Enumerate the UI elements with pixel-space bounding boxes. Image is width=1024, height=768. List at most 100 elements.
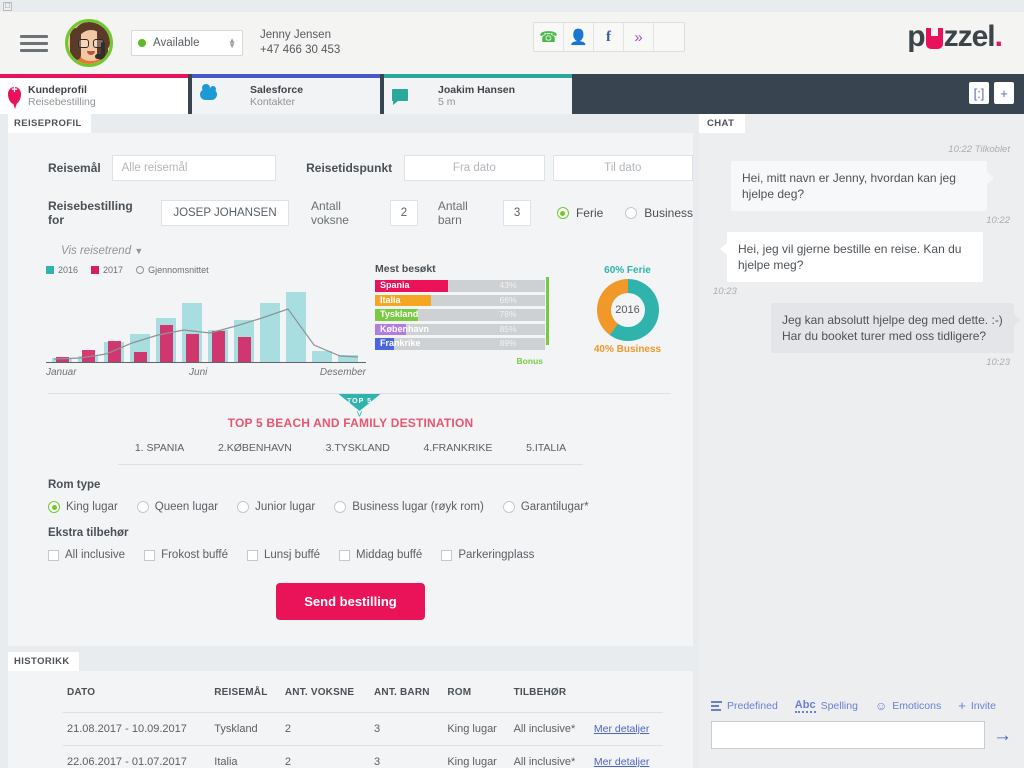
ekstra-option[interactable]: Parkeringplass	[441, 549, 534, 561]
contact-channel-icon[interactable]: 👤	[564, 23, 594, 51]
customer-name-input[interactable]: JOSEP JOHANSEN	[161, 200, 289, 226]
cell-tilbehor: All inclusive*	[509, 745, 590, 768]
cell-tilbehor: All inclusive*	[509, 712, 590, 746]
destination-label: Frankrike	[380, 338, 421, 348]
chat-message-time: 10:23	[986, 357, 1010, 368]
cloud-icon	[200, 84, 217, 100]
avatar[interactable]	[65, 19, 113, 67]
split-view-button[interactable]: [:]	[969, 82, 989, 104]
checkbox[interactable]	[246, 549, 258, 561]
menu-icon[interactable]	[20, 34, 48, 52]
chat-input-row: →	[711, 721, 1012, 749]
send-bestilling-button[interactable]: Send bestilling	[276, 583, 425, 620]
radio-button[interactable]	[136, 501, 149, 513]
radio-button[interactable]	[334, 501, 347, 513]
bonus-label: Bonus	[516, 355, 543, 366]
chat-message-time: 10:23	[713, 286, 737, 297]
fra-dato-input[interactable]: Fra dato	[404, 155, 545, 181]
checkbox[interactable]	[144, 549, 156, 561]
cell-barn: 3	[369, 712, 444, 746]
tab-kundeprofil[interactable]: Kundeprofil Reisebestilling	[0, 74, 188, 114]
predefined-button[interactable]: Predefined	[711, 700, 778, 712]
rom-type-option[interactable]: Business lugar (røyk rom)	[334, 501, 484, 513]
radio-business[interactable]	[625, 207, 638, 219]
status-label: Available	[153, 37, 200, 49]
ekstra-section: Ekstra tilbehør All inclusive Frokost buf…	[48, 527, 693, 561]
average-line	[53, 308, 359, 360]
legend-2016: 2016	[46, 265, 78, 275]
rom-type-option[interactable]: King lugar	[48, 501, 118, 513]
ekstra-option[interactable]: Lunsj buffé	[246, 549, 320, 561]
checkbox[interactable]	[339, 549, 351, 561]
ekstra-option[interactable]: Middag buffé	[339, 549, 422, 561]
ekstra-option[interactable]: Frokost buffé	[144, 549, 228, 561]
emoticons-button[interactable]: ☺ Emoticons	[875, 699, 941, 713]
main-content: REISEPROFIL Reisemål Alle reisemål Reise…	[8, 114, 693, 768]
status-select[interactable]: Available ▲ ▼	[131, 30, 243, 56]
phone-channel-icon[interactable]: ☎	[534, 23, 564, 51]
rom-type-option[interactable]: Queen lugar	[136, 501, 218, 513]
mer-detaljer-link[interactable]: Mer detaljer	[594, 723, 649, 735]
donut-label-ferie: 60% Ferie	[604, 265, 651, 276]
tab-joakim-hansen[interactable]: Joakim Hansen 5 m	[384, 74, 572, 114]
reisemal-input[interactable]: Alle reisemål	[111, 155, 277, 181]
reiseprofil-panel: Reisemål Alle reisemål Reisetidspunkt Fr…	[8, 133, 693, 646]
empty-channel-slot[interactable]	[654, 23, 684, 51]
radio-button[interactable]	[237, 501, 250, 513]
antall-voksne-input[interactable]: 2	[389, 200, 418, 226]
more-channels-icon[interactable]: »	[624, 23, 654, 51]
radio-ferie[interactable]	[556, 207, 569, 219]
top5-divider: TOP 5 ˅	[48, 393, 671, 421]
til-dato-input[interactable]: Til dato	[552, 155, 693, 181]
cell-link: Mer detaljer	[589, 712, 663, 746]
radio-button[interactable]	[502, 501, 515, 513]
option-label: Business lugar (røyk rom)	[352, 501, 484, 513]
invite-button[interactable]: + Invite	[958, 698, 996, 713]
checkbox[interactable]	[48, 549, 59, 561]
antall-barn-input[interactable]: 3	[503, 200, 531, 226]
rom-type-option[interactable]: Garantilugar*	[502, 501, 589, 513]
smiley-icon: ☺	[874, 698, 888, 713]
spelling-button[interactable]: Abc Spelling	[794, 699, 858, 713]
tab-bar-actions: [:] +	[969, 82, 1014, 104]
vis-reisetrend-toggle[interactable]: Vis reisetrend ▼	[61, 245, 693, 257]
checkbox[interactable]	[441, 549, 453, 561]
destination-percent: 78%	[499, 309, 517, 319]
tab-title: Salesforce	[250, 84, 304, 96]
tab-salesforce[interactable]: Salesforce Kontakter	[192, 74, 380, 114]
radio-button[interactable]	[48, 501, 60, 513]
rom-type-option[interactable]: Junior lugar	[237, 501, 315, 513]
charts-area: 2016 2017 Gjennomsnittet Januar Juni Des…	[30, 263, 681, 383]
tick-desember: Desember	[319, 367, 366, 378]
option-label: Frokost buffé	[161, 549, 228, 561]
top5-items: 1. SPANIA 2.KØBENHAVN 3.TYSKLAND 4.FRANKRIK…	[118, 442, 583, 465]
historikk-panel: DATO REISEMÅL ANT. VOKSNE ANT. BARN ROM TILBE…	[8, 671, 693, 768]
donut-center-label: 2016	[615, 304, 640, 316]
agent-info: Jenny Jensen +47 466 30 453	[260, 28, 340, 58]
agent-phone: +47 466 30 453	[260, 44, 341, 56]
cell-rom: King lugar	[443, 745, 510, 768]
send-message-button[interactable]: →	[993, 726, 1012, 745]
ekstra-option[interactable]: All inclusive	[48, 549, 125, 561]
mest-besokt-chart: Mest besøkt Spania 43% Italia 66% Tyskland 78…	[375, 263, 549, 366]
donut-label-business: 40% Business	[593, 344, 662, 355]
top5-title: TOP 5 BEACH AND FAMILY DESTINATION	[227, 416, 474, 430]
cell-voksne: 2	[280, 745, 370, 768]
reiseprofil-tag: REISEPROFIL	[8, 114, 91, 133]
mer-detaljer-link[interactable]: Mer detaljer	[594, 756, 649, 768]
option-label: Middag buffé	[356, 549, 423, 561]
destination-label: København	[380, 323, 430, 334]
historikk-table: DATO REISEMÅL ANT. VOKSNE ANT. BARN ROM TILBE…	[63, 671, 663, 768]
destination-percent: 66%	[499, 294, 517, 305]
cell-dato: 21.08.2017 - 10.09.2017	[63, 712, 211, 746]
facebook-channel-icon[interactable]: f	[594, 23, 624, 51]
avatar-image	[68, 22, 110, 64]
option-label: All inclusive	[65, 549, 126, 561]
top5-item: 3.TYSKLAND	[325, 442, 390, 454]
add-tab-button[interactable]: +	[994, 82, 1014, 104]
option-label: Junior lugar	[255, 501, 316, 513]
spelling-label: Spelling	[820, 699, 858, 712]
chat-tools: Predefined Abc Spelling ☺ Emoticons + In…	[711, 698, 1012, 713]
column-header: ROM	[443, 671, 510, 713]
chat-input[interactable]	[711, 721, 985, 749]
